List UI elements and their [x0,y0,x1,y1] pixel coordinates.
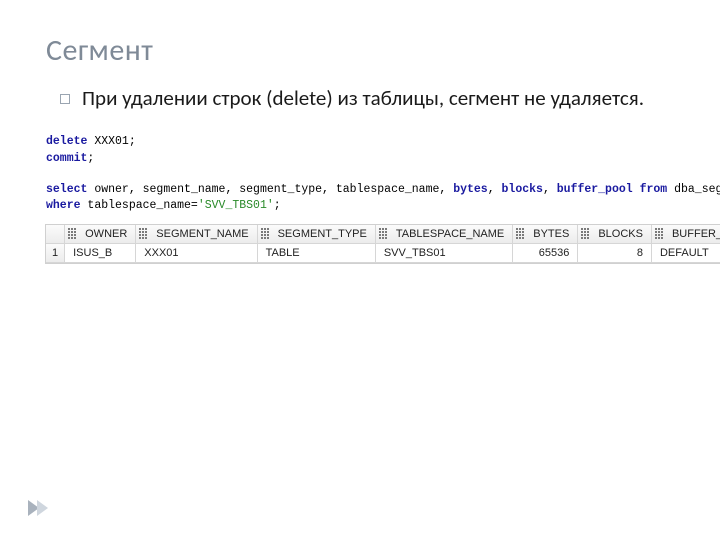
code-line: select owner, segment_name, segment_type… [46,182,674,199]
cell-owner: ISUS_B [65,244,136,263]
bullet-item: При удалении строк (delete) из таблицы, … [60,85,674,112]
sql-code-block: delete XXX01; commit; select owner, segm… [46,134,674,215]
header-label: SEGMENT_TYPE [278,228,367,240]
sql-keyword: buffer_pool [557,183,633,196]
query-result-table: OWNER SEGMENT_NAME SEGMENT_TYPE TABLESPA… [46,225,720,263]
grip-icon [261,228,272,240]
grip-icon [139,228,150,240]
code-text: ; [274,199,281,212]
code-text: ; [87,152,94,165]
code-line: commit; [46,151,674,168]
code-line [46,168,674,182]
slide-title: Сегмент [46,32,674,69]
cell-bytes: 65536 [513,244,578,263]
col-header-tablespace-name: TABLESPACE_NAME [376,225,513,244]
col-header-bytes: BYTES [513,225,578,244]
grip-icon [516,228,527,240]
sql-keyword: bytes [453,183,488,196]
rownum-cell: 1 [46,244,65,263]
sql-string: 'SVV_TBS01' [198,199,274,212]
grip-icon [581,228,592,240]
col-header-buffer-pool: BUFFER_POOL [652,225,720,244]
bullet-text: При удалении строк (delete) из таблицы, … [82,85,644,112]
code-text [633,183,640,196]
header-label: OWNER [85,228,127,240]
sql-keyword: delete [46,135,87,148]
code-text: tablespace_name= [81,199,198,212]
bullet-marker-icon [60,94,70,104]
sql-keyword: where [46,199,81,212]
code-line: delete XXX01; [46,134,674,151]
sql-keyword: from [640,183,668,196]
table-header-row: OWNER SEGMENT_NAME SEGMENT_TYPE TABLESPA… [46,225,720,244]
grip-icon [655,228,666,240]
col-header-blocks: BLOCKS [578,225,652,244]
cell-segment-type: TABLE [258,244,376,263]
sql-keyword: blocks [502,183,543,196]
header-label: BLOCKS [598,228,643,240]
rownum-header [46,225,65,244]
header-label: BUFFER_POOL [672,228,720,240]
cell-blocks: 8 [578,244,652,263]
header-label: BYTES [533,228,569,240]
col-header-owner: OWNER [65,225,136,244]
grip-icon [68,228,79,240]
slide-nav-arrow-icon [28,500,50,516]
cell-segment-name: XXX01 [136,244,257,263]
header-label: SEGMENT_NAME [156,228,248,240]
sql-keyword: commit [46,152,87,165]
sql-keyword: select [46,183,87,196]
code-text: dba_segments [667,183,720,196]
code-line: where tablespace_name='SVV_TBS01'; [46,198,674,215]
header-label: TABLESPACE_NAME [396,228,504,240]
code-text: owner, segment_name, segment_type, table… [87,183,453,196]
col-header-segment-name: SEGMENT_NAME [136,225,257,244]
cell-buffer-pool: DEFAULT [652,244,720,263]
table-row: 1 ISUS_B XXX01 TABLE SVV_TBS01 65536 8 D… [46,244,720,263]
code-text: , [543,183,557,196]
cell-tablespace-name: SVV_TBS01 [376,244,513,263]
col-header-segment-type: SEGMENT_TYPE [258,225,376,244]
code-text: , [488,183,502,196]
grip-icon [379,228,390,240]
code-text: XXX01; [87,135,135,148]
